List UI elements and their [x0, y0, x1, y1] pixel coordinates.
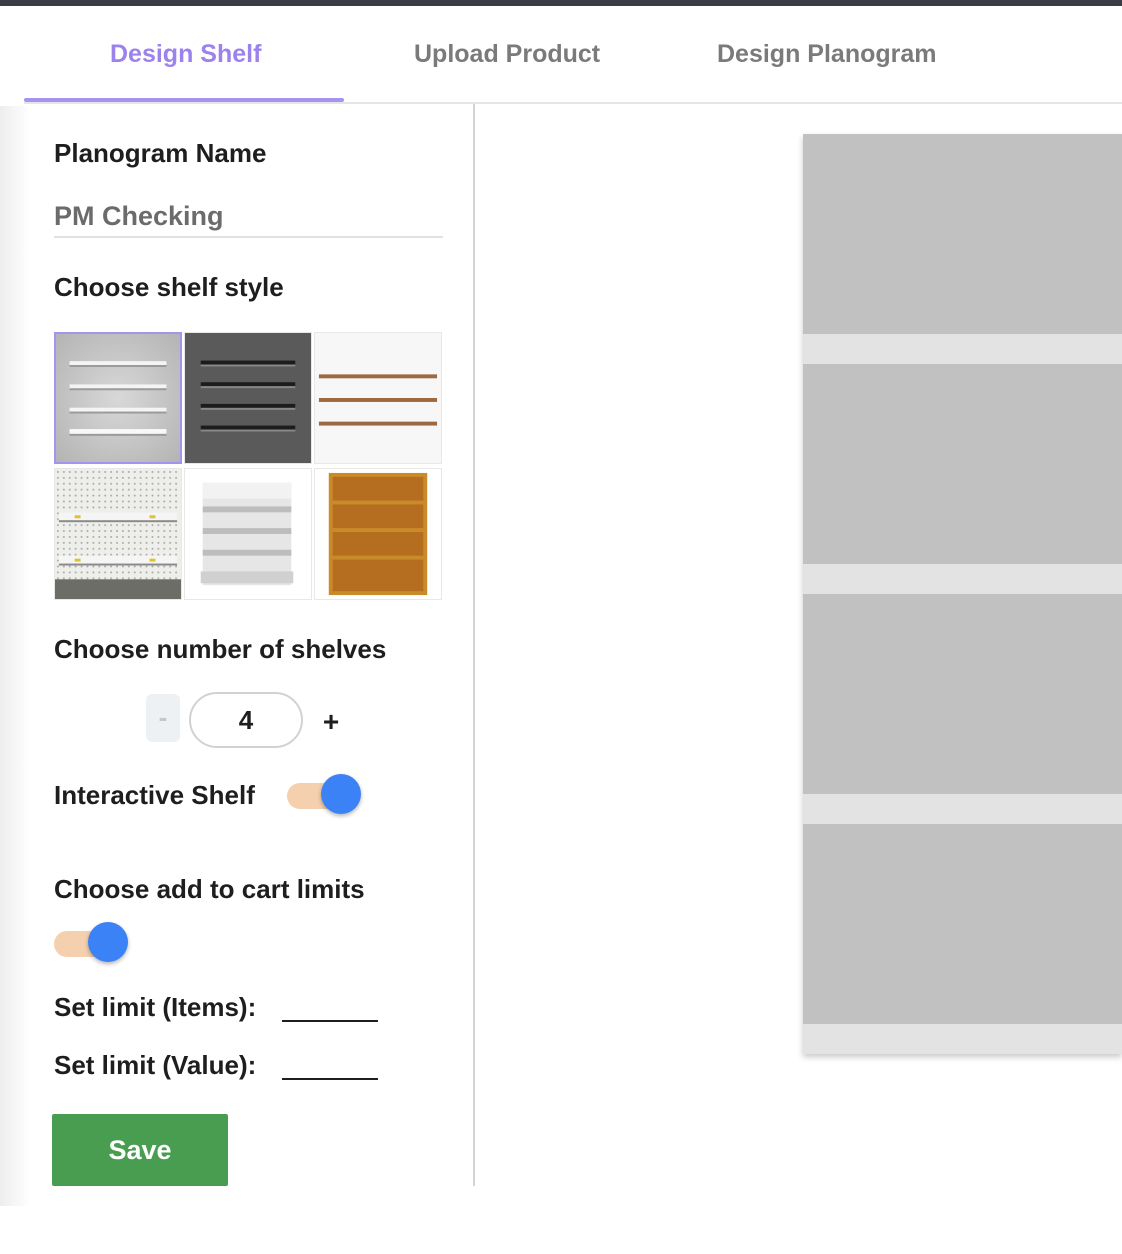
- limit-items-input[interactable]: [282, 1020, 378, 1022]
- shelf-bay[interactable]: [803, 824, 1122, 1024]
- tabs-divider: [24, 102, 1122, 104]
- decrement-button[interactable]: -: [146, 694, 180, 742]
- save-button[interactable]: Save: [52, 1114, 228, 1186]
- shelf-style-white-floating[interactable]: [54, 332, 182, 464]
- tab-design-planogram[interactable]: Design Planogram: [717, 34, 937, 74]
- limit-value-label: Set limit (Value):: [54, 1050, 257, 1080]
- planogram-name-label: Planogram Name: [54, 138, 267, 168]
- shelf-bay[interactable]: [803, 364, 1122, 564]
- shelf-style-dark-floating[interactable]: [184, 332, 312, 464]
- shelf-style-white-gondola[interactable]: [184, 468, 312, 600]
- shelf-style-label: Choose shelf style: [54, 272, 284, 302]
- shelf-style-pegboard[interactable]: [54, 468, 182, 600]
- limit-items-label: Set limit (Items):: [54, 992, 257, 1022]
- toggle-knob: [321, 774, 361, 814]
- limit-value-input[interactable]: [282, 1078, 378, 1080]
- interactive-shelf-label: Interactive Shelf: [54, 780, 255, 810]
- increment-button[interactable]: +: [314, 700, 348, 744]
- cart-limits-label: Choose add to cart limits: [54, 874, 365, 904]
- shelf-style-wooden-bookcase[interactable]: [314, 468, 442, 600]
- left-edge-shadow: [0, 106, 30, 1206]
- panel-divider: [473, 104, 475, 1186]
- toggle-knob: [88, 922, 128, 962]
- shelf-count-input[interactable]: 4: [189, 692, 303, 748]
- shelf-bay[interactable]: [803, 134, 1122, 334]
- shelf-bay[interactable]: [803, 594, 1122, 794]
- planogram-designer-window: Design Shelf Upload Product Design Plano…: [0, 6, 1122, 1254]
- shelf-style-wooden-planks[interactable]: [314, 332, 442, 464]
- interactive-shelf-toggle[interactable]: [287, 774, 361, 818]
- shelf-preview: [803, 134, 1122, 1054]
- num-shelves-label: Choose number of shelves: [54, 634, 387, 664]
- cart-limits-toggle[interactable]: [54, 922, 128, 966]
- tab-upload-product[interactable]: Upload Product: [414, 34, 600, 74]
- shelf-style-grid: [54, 332, 443, 600]
- planogram-name-input[interactable]: [54, 196, 443, 238]
- tab-design-shelf[interactable]: Design Shelf: [110, 34, 261, 74]
